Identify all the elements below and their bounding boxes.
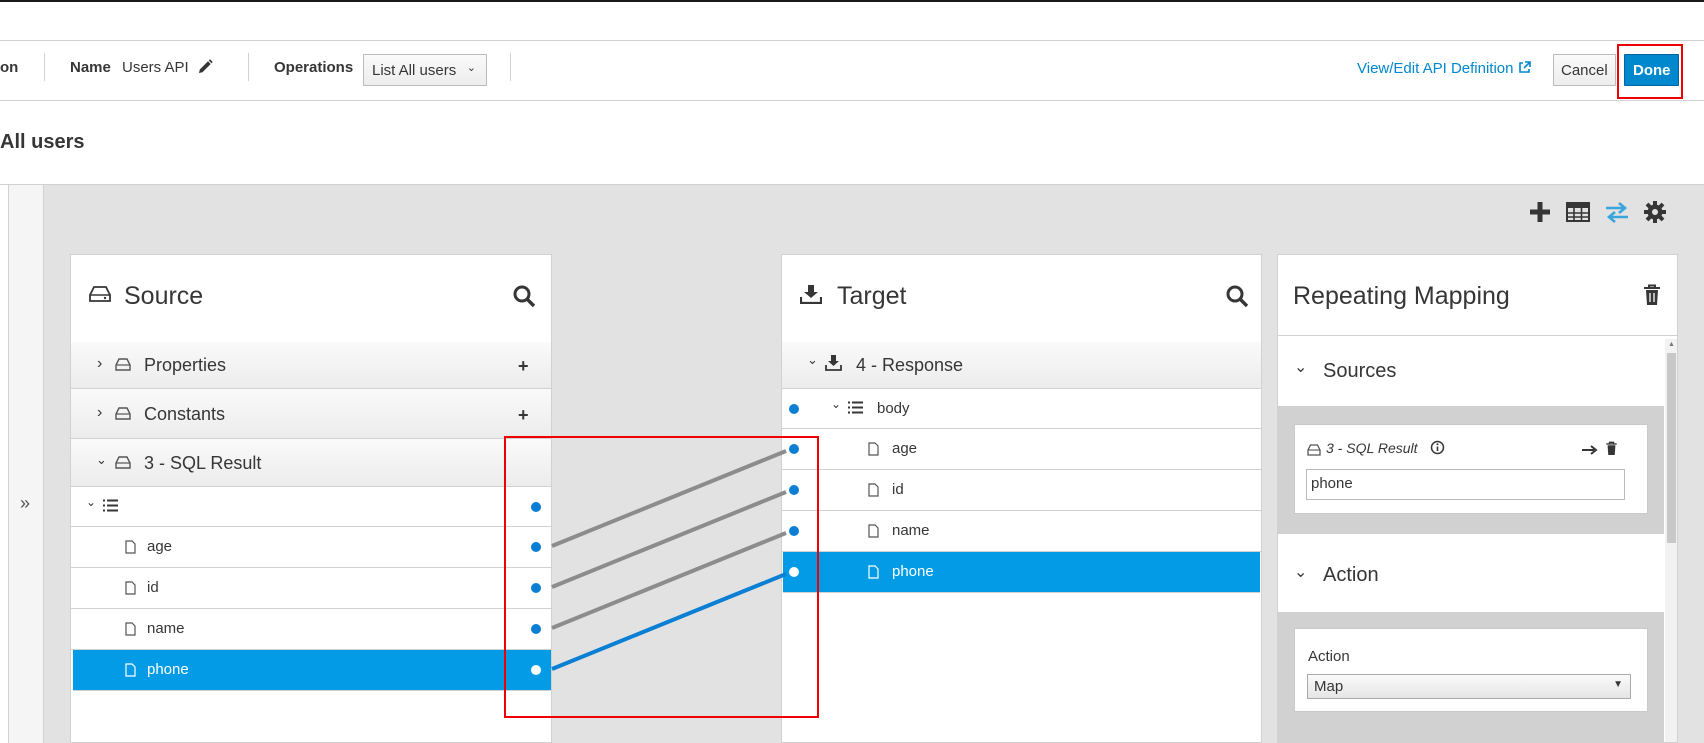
trash-icon[interactable] <box>1642 284 1662 311</box>
connector-highlight-box <box>504 436 819 718</box>
source-field-input[interactable]: phone <box>1306 469 1625 500</box>
mapping-details-panel: Repeating Mapping ▲ ⌄ Sources 3 - SQL Re… <box>1277 254 1678 743</box>
trash-icon[interactable] <box>1605 441 1618 461</box>
scrollbar-thumb[interactable] <box>1667 353 1676 543</box>
action-section-label: Action <box>1323 564 1379 586</box>
action-field-label: Action <box>1308 648 1350 665</box>
source-doc-label: 3 - SQL Result <box>1326 440 1418 456</box>
action-body: Action Map ▼ <box>1278 612 1664 742</box>
scrollbar-track[interactable]: ▲ <box>1665 339 1677 742</box>
mapping-source-card: 3 - SQL Result phone <box>1294 424 1648 514</box>
chevron-down-icon[interactable]: ⌄ <box>1294 357 1307 377</box>
caret-down-icon: ▼ <box>1613 679 1623 690</box>
scroll-up-icon[interactable]: ▲ <box>1668 341 1675 348</box>
action-card: Action Map ▼ <box>1294 628 1648 712</box>
document-tray-icon <box>1307 443 1321 461</box>
info-icon[interactable] <box>1430 440 1445 460</box>
sources-section-header[interactable]: ⌄ Sources <box>1278 336 1664 406</box>
mapping-title: Repeating Mapping <box>1293 282 1510 310</box>
arrow-right-icon[interactable] <box>1582 443 1598 461</box>
action-selected: Map <box>1314 678 1344 695</box>
sources-label: Sources <box>1323 360 1397 382</box>
sources-body: 3 - SQL Result phone <box>1278 406 1664 534</box>
action-section-header[interactable]: ⌄ Action <box>1278 534 1664 612</box>
action-select[interactable]: Map ▼ <box>1307 674 1631 699</box>
chevron-down-icon[interactable]: ⌄ <box>1294 562 1307 582</box>
